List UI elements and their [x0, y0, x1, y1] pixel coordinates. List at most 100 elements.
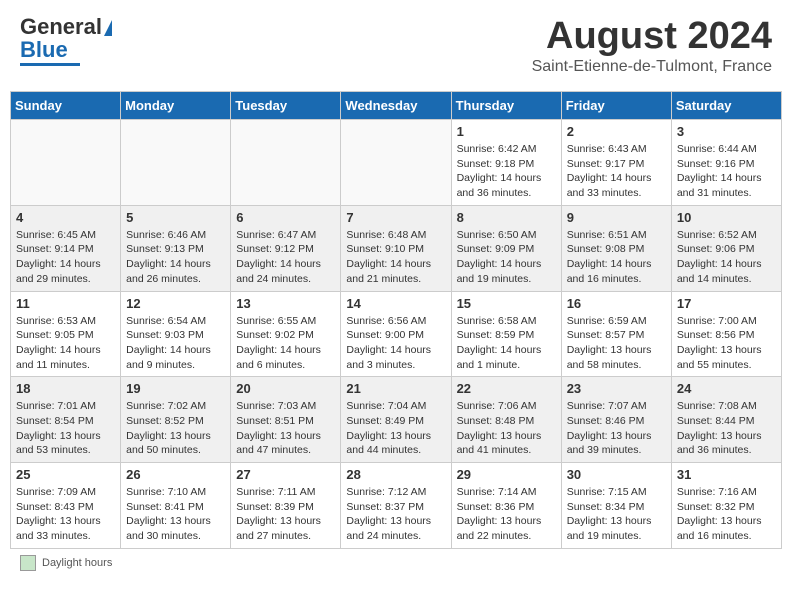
calendar-cell: 22 Sunrise: 7:06 AM Sunset: 8:48 PM Dayli…: [451, 377, 561, 463]
day-number: 22: [457, 381, 556, 396]
day-number: 7: [346, 210, 445, 225]
day-number: 5: [126, 210, 225, 225]
title-area: August 2024 Saint-Etienne-de-Tulmont, Fr…: [532, 15, 772, 76]
calendar-week-4: 18Sunrise: 7:01 AM Sunset: 8:54 PM Dayli…: [11, 377, 782, 463]
logo: General Blue: [20, 15, 112, 66]
day-info: Sunrise: 7:09 AM Sunset: 8:43 PM Dayligh…: [16, 485, 115, 544]
calendar-cell: 30 Sunrise: 7:15 AM Sunset: 8:34 PM Dayli…: [561, 463, 671, 549]
logo-blue: Blue: [20, 39, 68, 61]
col-header-thursday: Thursday: [451, 92, 561, 120]
col-header-friday: Friday: [561, 92, 671, 120]
day-number: 26: [126, 467, 225, 482]
day-info: Sunrise: 6:58 AM Sunset: 8:59 PM Dayligh…: [457, 314, 556, 373]
day-info: Sunrise: 6:42 AM Sunset: 9:18 PM Dayligh…: [457, 142, 556, 201]
main-title: August 2024: [532, 15, 772, 58]
calendar-cell: [121, 120, 231, 206]
calendar-cell: 3Sunrise: 6:44 AM Sunset: 9:16 PM Daylig…: [671, 120, 781, 206]
day-info: Sunrise: 7:02 AM Sunset: 8:52 PM Dayligh…: [126, 399, 225, 458]
day-info: Sunrise: 7:12 AM Sunset: 8:37 PM Dayligh…: [346, 485, 445, 544]
day-info: Sunrise: 7:14 AM Sunset: 8:36 PM Dayligh…: [457, 485, 556, 544]
day-number: 30: [567, 467, 666, 482]
calendar-cell: 27Sunrise: 7:11 AM Sunset: 8:39 PM Dayli…: [231, 463, 341, 549]
calendar-cell: 13Sunrise: 6:55 AM Sunset: 9:02 PM Dayli…: [231, 291, 341, 377]
day-number: 2: [567, 124, 666, 139]
day-number: 31: [677, 467, 776, 482]
day-info: Sunrise: 7:16 AM Sunset: 8:32 PM Dayligh…: [677, 485, 776, 544]
day-number: 12: [126, 296, 225, 311]
day-info: Sunrise: 7:07 AM Sunset: 8:46 PM Dayligh…: [567, 399, 666, 458]
col-header-sunday: Sunday: [11, 92, 121, 120]
day-info: Sunrise: 6:50 AM Sunset: 9:09 PM Dayligh…: [457, 228, 556, 287]
day-number: 15: [457, 296, 556, 311]
calendar-cell: 19 Sunrise: 7:02 AM Sunset: 8:52 PM Dayli…: [121, 377, 231, 463]
legend-label: Daylight hours: [42, 557, 112, 569]
day-number: 21: [346, 381, 445, 396]
day-info: Sunrise: 6:53 AM Sunset: 9:05 PM Dayligh…: [16, 314, 115, 373]
day-info: Sunrise: 6:56 AM Sunset: 9:00 PM Dayligh…: [346, 314, 445, 373]
calendar-cell: 7Sunrise: 6:48 AM Sunset: 9:10 PM Daylig…: [341, 205, 451, 291]
day-number: 14: [346, 296, 445, 311]
calendar-week-3: 11 Sunrise: 6:53 AM Sunset: 9:05 PM Dayli…: [11, 291, 782, 377]
col-header-monday: Monday: [121, 92, 231, 120]
day-number: 27: [236, 467, 335, 482]
calendar-cell: 29 Sunrise: 7:14 AM Sunset: 8:36 PM Dayli…: [451, 463, 561, 549]
day-number: 8: [457, 210, 556, 225]
subtitle: Saint-Etienne-de-Tulmont, France: [532, 58, 772, 76]
header: General Blue August 2024 Saint-Etienne-d…: [10, 10, 782, 81]
day-number: 10: [677, 210, 776, 225]
day-number: 23: [567, 381, 666, 396]
footer: Daylight hours: [10, 555, 782, 571]
calendar-cell: 2 Sunrise: 6:43 AM Sunset: 9:17 PM Daylig…: [561, 120, 671, 206]
calendar-cell: 4Sunrise: 6:45 AM Sunset: 9:14 PM Daylig…: [11, 205, 121, 291]
day-number: 16: [567, 296, 666, 311]
day-info: Sunrise: 6:51 AM Sunset: 9:08 PM Dayligh…: [567, 228, 666, 287]
day-info: Sunrise: 7:15 AM Sunset: 8:34 PM Dayligh…: [567, 485, 666, 544]
calendar-cell: 6Sunrise: 6:47 AM Sunset: 9:12 PM Daylig…: [231, 205, 341, 291]
day-number: 11: [16, 296, 115, 311]
logo-text: General: [20, 15, 112, 39]
day-info: Sunrise: 7:06 AM Sunset: 8:48 PM Dayligh…: [457, 399, 556, 458]
day-number: 18: [16, 381, 115, 396]
calendar-cell: 9Sunrise: 6:51 AM Sunset: 9:08 PM Daylig…: [561, 205, 671, 291]
calendar-cell: 14 Sunrise: 6:56 AM Sunset: 9:00 PM Dayli…: [341, 291, 451, 377]
day-number: 17: [677, 296, 776, 311]
day-number: 4: [16, 210, 115, 225]
day-info: Sunrise: 7:03 AM Sunset: 8:51 PM Dayligh…: [236, 399, 335, 458]
day-info: Sunrise: 7:04 AM Sunset: 8:49 PM Dayligh…: [346, 399, 445, 458]
day-info: Sunrise: 7:00 AM Sunset: 8:56 PM Dayligh…: [677, 314, 776, 373]
calendar-cell: 18Sunrise: 7:01 AM Sunset: 8:54 PM Dayli…: [11, 377, 121, 463]
day-number: 28: [346, 467, 445, 482]
calendar-cell: 8 Sunrise: 6:50 AM Sunset: 9:09 PM Daylig…: [451, 205, 561, 291]
calendar-cell: 10Sunrise: 6:52 AM Sunset: 9:06 PM Dayli…: [671, 205, 781, 291]
day-number: 13: [236, 296, 335, 311]
calendar-cell: 20 Sunrise: 7:03 AM Sunset: 8:51 PM Dayli…: [231, 377, 341, 463]
calendar-cell: 28 Sunrise: 7:12 AM Sunset: 8:37 PM Dayli…: [341, 463, 451, 549]
calendar-cell: 16 Sunrise: 6:59 AM Sunset: 8:57 PM Dayli…: [561, 291, 671, 377]
calendar-cell: 21 Sunrise: 7:04 AM Sunset: 8:49 PM Dayli…: [341, 377, 451, 463]
day-info: Sunrise: 6:46 AM Sunset: 9:13 PM Dayligh…: [126, 228, 225, 287]
calendar-cell: 12Sunrise: 6:54 AM Sunset: 9:03 PM Dayli…: [121, 291, 231, 377]
calendar-week-1: 1Sunrise: 6:42 AM Sunset: 9:18 PM Daylig…: [11, 120, 782, 206]
day-info: Sunrise: 6:43 AM Sunset: 9:17 PM Dayligh…: [567, 142, 666, 201]
calendar-table: SundayMondayTuesdayWednesdayThursdayFrid…: [10, 91, 782, 549]
day-number: 19: [126, 381, 225, 396]
col-header-tuesday: Tuesday: [231, 92, 341, 120]
day-info: Sunrise: 6:47 AM Sunset: 9:12 PM Dayligh…: [236, 228, 335, 287]
calendar-cell: 23 Sunrise: 7:07 AM Sunset: 8:46 PM Dayli…: [561, 377, 671, 463]
calendar-cell: [231, 120, 341, 206]
day-number: 24: [677, 381, 776, 396]
logo-underline: [20, 63, 80, 66]
calendar-cell: [341, 120, 451, 206]
day-number: 29: [457, 467, 556, 482]
calendar-cell: [11, 120, 121, 206]
day-number: 20: [236, 381, 335, 396]
calendar-cell: 15 Sunrise: 6:58 AM Sunset: 8:59 PM Dayli…: [451, 291, 561, 377]
calendar-cell: 26 Sunrise: 7:10 AM Sunset: 8:41 PM Dayli…: [121, 463, 231, 549]
day-number: 3: [677, 124, 776, 139]
calendar-cell: 31 Sunrise: 7:16 AM Sunset: 8:32 PM Dayli…: [671, 463, 781, 549]
day-info: Sunrise: 7:10 AM Sunset: 8:41 PM Dayligh…: [126, 485, 225, 544]
col-header-saturday: Saturday: [671, 92, 781, 120]
day-info: Sunrise: 6:59 AM Sunset: 8:57 PM Dayligh…: [567, 314, 666, 373]
calendar-header-row: SundayMondayTuesdayWednesdayThursdayFrid…: [11, 92, 782, 120]
calendar-cell: 25Sunrise: 7:09 AM Sunset: 8:43 PM Dayli…: [11, 463, 121, 549]
